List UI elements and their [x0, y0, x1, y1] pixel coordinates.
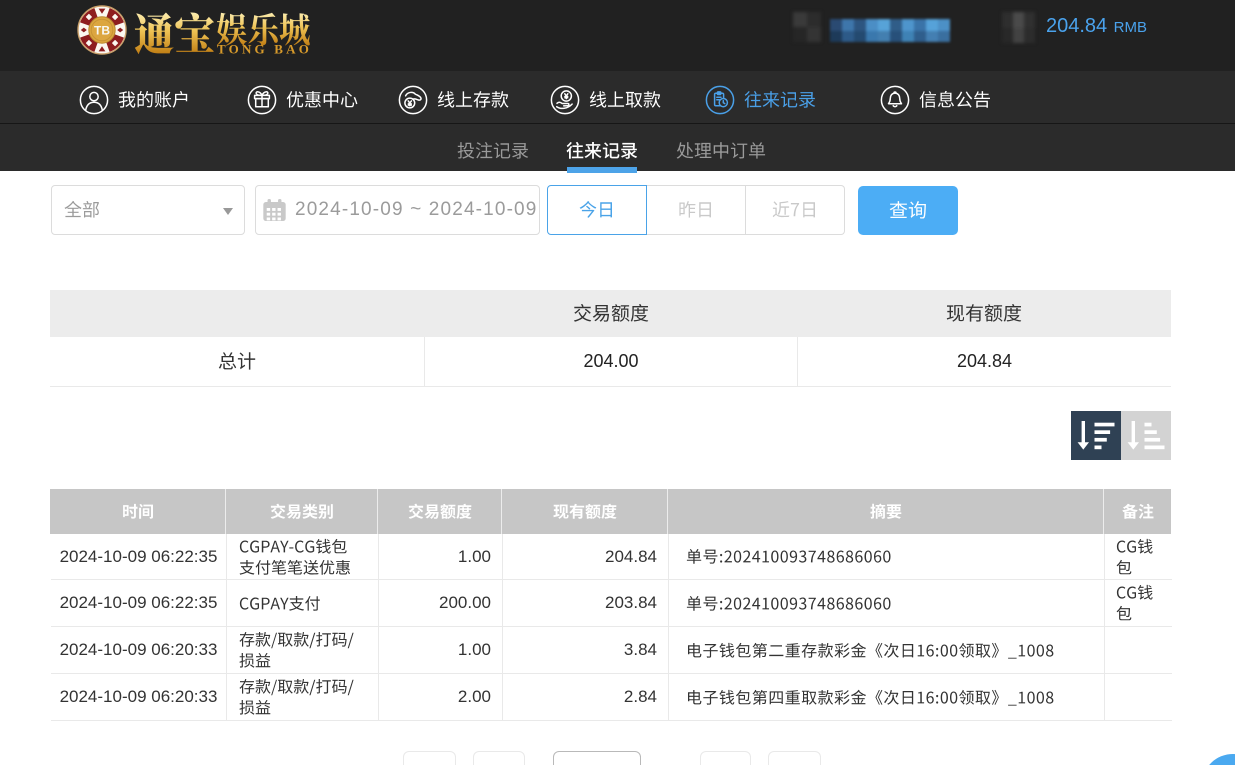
svg-text:TB: TB: [94, 24, 110, 38]
svg-text:TONG BAO: TONG BAO: [217, 42, 312, 57]
